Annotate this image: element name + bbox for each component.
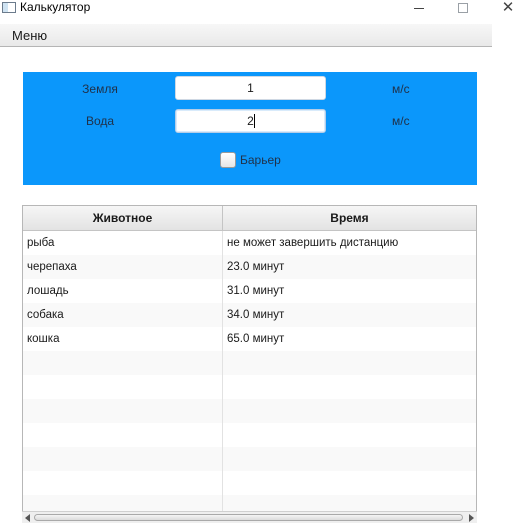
earth-speed-unit: м/с bbox=[392, 82, 410, 96]
cell-time bbox=[223, 447, 476, 471]
cell-time: 23.0 минут bbox=[227, 261, 285, 273]
cell-time bbox=[223, 351, 476, 375]
table-row[interactable]: собака 34.0 минут bbox=[23, 303, 476, 327]
table-body: рыба не может завершить дистанцию черепаха… bbox=[23, 231, 476, 519]
scroll-right-icon[interactable] bbox=[469, 514, 474, 522]
empty-table-row bbox=[23, 375, 476, 399]
cell-animal bbox=[23, 471, 223, 495]
maximize-button[interactable] bbox=[440, 0, 486, 16]
barrier-option[interactable]: Барьер bbox=[220, 152, 281, 168]
cell-animal bbox=[23, 351, 223, 375]
water-speed-unit: м/с bbox=[392, 114, 410, 128]
cell-animal: кошка bbox=[23, 327, 223, 351]
text-caret bbox=[254, 114, 255, 128]
table-row[interactable]: кошка 65.0 минут bbox=[23, 327, 476, 351]
water-speed-label: Вода bbox=[85, 114, 115, 128]
cell-time bbox=[223, 375, 476, 399]
title-bar: Калькулятор ✕ bbox=[0, 0, 531, 16]
empty-table-row bbox=[23, 471, 476, 495]
table-header: Животное Время bbox=[23, 206, 476, 231]
cell-animal bbox=[23, 375, 223, 399]
minimize-button[interactable] bbox=[396, 0, 442, 16]
cell-animal: лошадь bbox=[23, 279, 223, 303]
menu-button[interactable]: Меню bbox=[5, 26, 54, 46]
barrier-label: Барьер bbox=[240, 153, 281, 167]
cell-animal bbox=[23, 447, 223, 471]
earth-speed-input[interactable] bbox=[175, 76, 326, 100]
earth-speed-label: Земля bbox=[82, 82, 118, 96]
cell-time bbox=[223, 399, 476, 423]
cell-time: не может завершить дистанцию bbox=[227, 237, 399, 249]
app-window-icon bbox=[2, 2, 16, 13]
column-header-time[interactable]: Время bbox=[223, 206, 476, 230]
table-row[interactable]: лошадь 31.0 минут bbox=[23, 279, 476, 303]
cell-time bbox=[223, 471, 476, 495]
input-panel: Земля м/с Вода м/с Барьер bbox=[23, 72, 477, 185]
column-header-animal[interactable]: Животное bbox=[23, 206, 223, 230]
empty-table-row bbox=[23, 447, 476, 471]
empty-table-row bbox=[23, 423, 476, 447]
results-table: Животное Время рыба не может завершить ди… bbox=[22, 205, 477, 523]
menu-bar: Меню bbox=[0, 24, 492, 47]
close-icon: ✕ bbox=[501, 0, 515, 16]
horizontal-scrollbar[interactable] bbox=[22, 511, 477, 523]
table-row[interactable]: рыба не может завершить дистанцию bbox=[23, 231, 476, 255]
minimize-icon bbox=[414, 7, 424, 9]
scrollbar-thumb[interactable] bbox=[34, 514, 463, 521]
cell-animal bbox=[23, 423, 223, 447]
window-title: Калькулятор bbox=[20, 0, 91, 14]
barrier-checkbox[interactable] bbox=[220, 152, 236, 168]
empty-table-row bbox=[23, 351, 476, 375]
cell-animal: рыба bbox=[23, 231, 223, 255]
maximize-icon bbox=[458, 3, 468, 13]
close-button[interactable]: ✕ bbox=[485, 0, 531, 16]
cell-time bbox=[223, 423, 476, 447]
water-speed-input[interactable] bbox=[175, 109, 326, 133]
empty-table-row bbox=[23, 399, 476, 423]
cell-time: 34.0 минут bbox=[227, 309, 285, 321]
table-row[interactable]: черепаха 23.0 минут bbox=[23, 255, 476, 279]
cell-time: 65.0 минут bbox=[227, 333, 285, 345]
cell-animal bbox=[23, 399, 223, 423]
cell-time: 31.0 минут bbox=[227, 285, 285, 297]
scroll-left-icon[interactable] bbox=[25, 514, 30, 522]
cell-animal: черепаха bbox=[23, 255, 223, 279]
cell-animal: собака bbox=[23, 303, 223, 327]
